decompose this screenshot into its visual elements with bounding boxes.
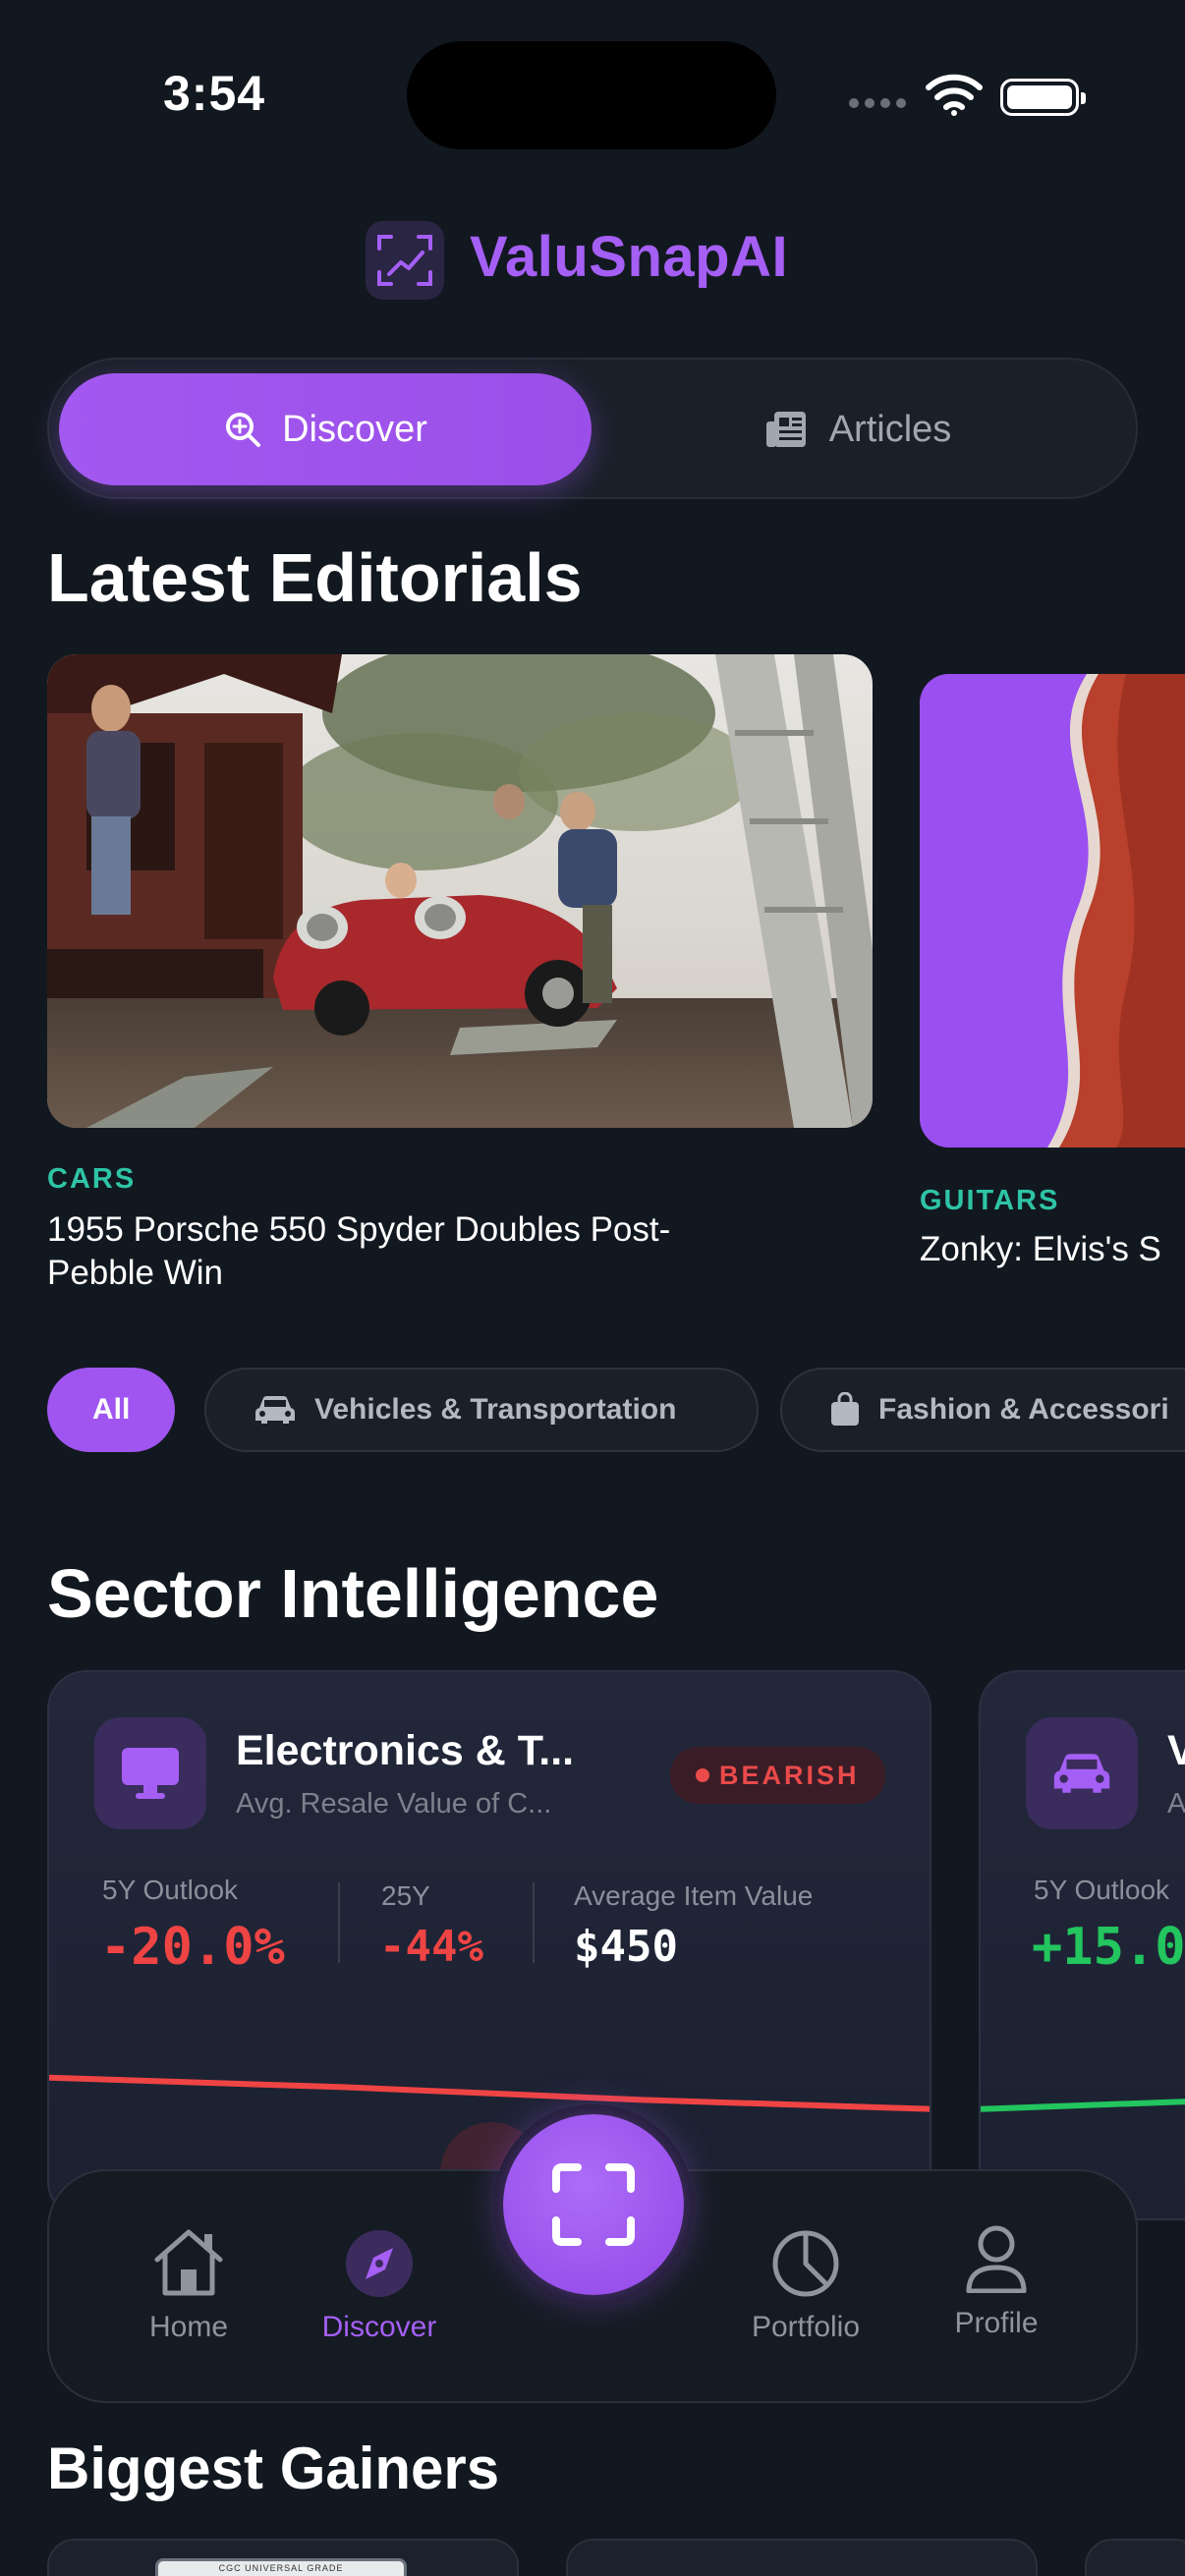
filter-chip-all[interactable]: All	[47, 1368, 176, 1452]
monitor-icon	[94, 1717, 206, 1829]
app-logo-icon	[366, 221, 444, 300]
newspaper-icon	[765, 412, 806, 447]
sector-card-electronics[interactable]: Electronics & T... Avg. Resale Value of …	[47, 1670, 931, 2220]
editorials-heading: Latest Editorials	[47, 539, 583, 616]
nav-discover[interactable]: Discover	[291, 2226, 468, 2344]
stat-label: 5Y Outlook	[1034, 1875, 1170, 1905]
cellular-signal-icon	[849, 98, 906, 108]
gainer-thumb-text: CGC UNIVERSAL GRADE	[218, 2563, 344, 2573]
editorial-title[interactable]: Zonky: Elvis's S	[920, 1228, 1161, 1271]
scan-button[interactable]	[503, 2114, 684, 2295]
gainer-card[interactable]	[566, 2539, 1038, 2576]
pie-chart-icon	[772, 2230, 839, 2297]
nav-portfolio[interactable]: Portfolio	[717, 2226, 894, 2344]
filter-chip-label: All	[92, 1393, 131, 1426]
filter-chip-fashion[interactable]: Fashion & Accessori	[780, 1368, 1185, 1452]
nav-profile-label: Profile	[954, 2307, 1039, 2339]
nav-portfolio-label: Portfolio	[751, 2311, 861, 2343]
trend-line	[49, 2074, 930, 2112]
home-icon	[154, 2229, 223, 2296]
sector-subtitle: A	[1167, 1788, 1185, 1820]
gainer-thumbnail: CGC UNIVERSAL GRADE	[155, 2558, 407, 2576]
stat-value-5y: +15.0	[1032, 1918, 1185, 1977]
gainer-card[interactable]: CGC UNIVERSAL GRADE	[47, 2539, 519, 2576]
filter-chip-vehicles[interactable]: Vehicles & Transportation	[204, 1368, 759, 1452]
stat-label: 25Y	[381, 1880, 430, 1911]
dynamic-island	[407, 41, 776, 149]
stat-value-avg: $450	[574, 1922, 678, 1972]
user-icon	[966, 2225, 1027, 2293]
nav-home[interactable]: Home	[100, 2226, 277, 2344]
gainer-card[interactable]	[1085, 2539, 1185, 2576]
editorial-image-porsche[interactable]	[47, 654, 873, 1128]
status-dot	[696, 1768, 709, 1782]
stat-label: 5Y Outlook	[102, 1875, 239, 1905]
search-icon	[226, 413, 261, 447]
stat-value-5y: -20.0%	[100, 1918, 285, 1977]
stat-value-25y: -44%	[379, 1922, 483, 1972]
editorial-title-line: Pebble Win	[47, 1254, 223, 1292]
app-title: ValuSnapAI	[470, 225, 789, 289]
editorial-image-guitar[interactable]: TARS	[920, 674, 1185, 1148]
stat-label: Average Item Value	[574, 1880, 814, 1911]
editorial-title[interactable]: 1955 Porsche 550 Spyder Doubles Post- Pe…	[47, 1208, 873, 1295]
car-icon	[255, 1396, 295, 1424]
car-icon	[1026, 1717, 1138, 1829]
battery-icon	[1000, 79, 1086, 116]
gainers-heading: Biggest Gainers	[47, 2436, 500, 2501]
status-time: 3:54	[163, 66, 266, 121]
stat-divider	[533, 1882, 535, 1963]
sector-heading: Sector Intelligence	[47, 1555, 659, 1632]
status-badge-label: BEARISH	[719, 1760, 860, 1790]
scan-button-ring	[493, 2104, 694, 2305]
editorial-category: GUITARS	[920, 1185, 1060, 1216]
nav-home-label: Home	[148, 2311, 229, 2343]
sector-name: Electronics & T...	[236, 1727, 575, 1774]
sector-name: V	[1167, 1727, 1185, 1775]
status-badge: BEARISH	[670, 1747, 885, 1804]
wifi-icon	[926, 74, 983, 116]
tab-articles-label: Articles	[828, 408, 952, 450]
scan-icon	[552, 2163, 635, 2246]
stat-divider	[338, 1882, 340, 1963]
filter-chip-label: Fashion & Accessori	[878, 1393, 1169, 1426]
editorial-title-line: 1955 Porsche 550 Spyder Doubles Post-	[47, 1210, 671, 1249]
trend-line	[981, 2099, 1185, 2112]
editorial-image-text: TARS	[920, 674, 931, 693]
nav-profile[interactable]: Profile	[908, 2222, 1085, 2340]
nav-discover-label: Discover	[321, 2311, 437, 2343]
tab-articles[interactable]: Articles	[592, 373, 1124, 485]
filter-chip-label: Vehicles & Transportation	[314, 1393, 677, 1426]
compass-icon	[346, 2230, 413, 2297]
tab-discover[interactable]: Discover	[59, 373, 592, 485]
sector-subtitle: Avg. Resale Value of C...	[236, 1788, 552, 1820]
tab-discover-label: Discover	[282, 408, 427, 450]
sector-card-vehicles[interactable]: V A 5Y Outlook +15.0	[979, 1670, 1185, 2220]
editorial-category: CARS	[47, 1163, 137, 1195]
shopping-bag-icon	[831, 1392, 859, 1426]
